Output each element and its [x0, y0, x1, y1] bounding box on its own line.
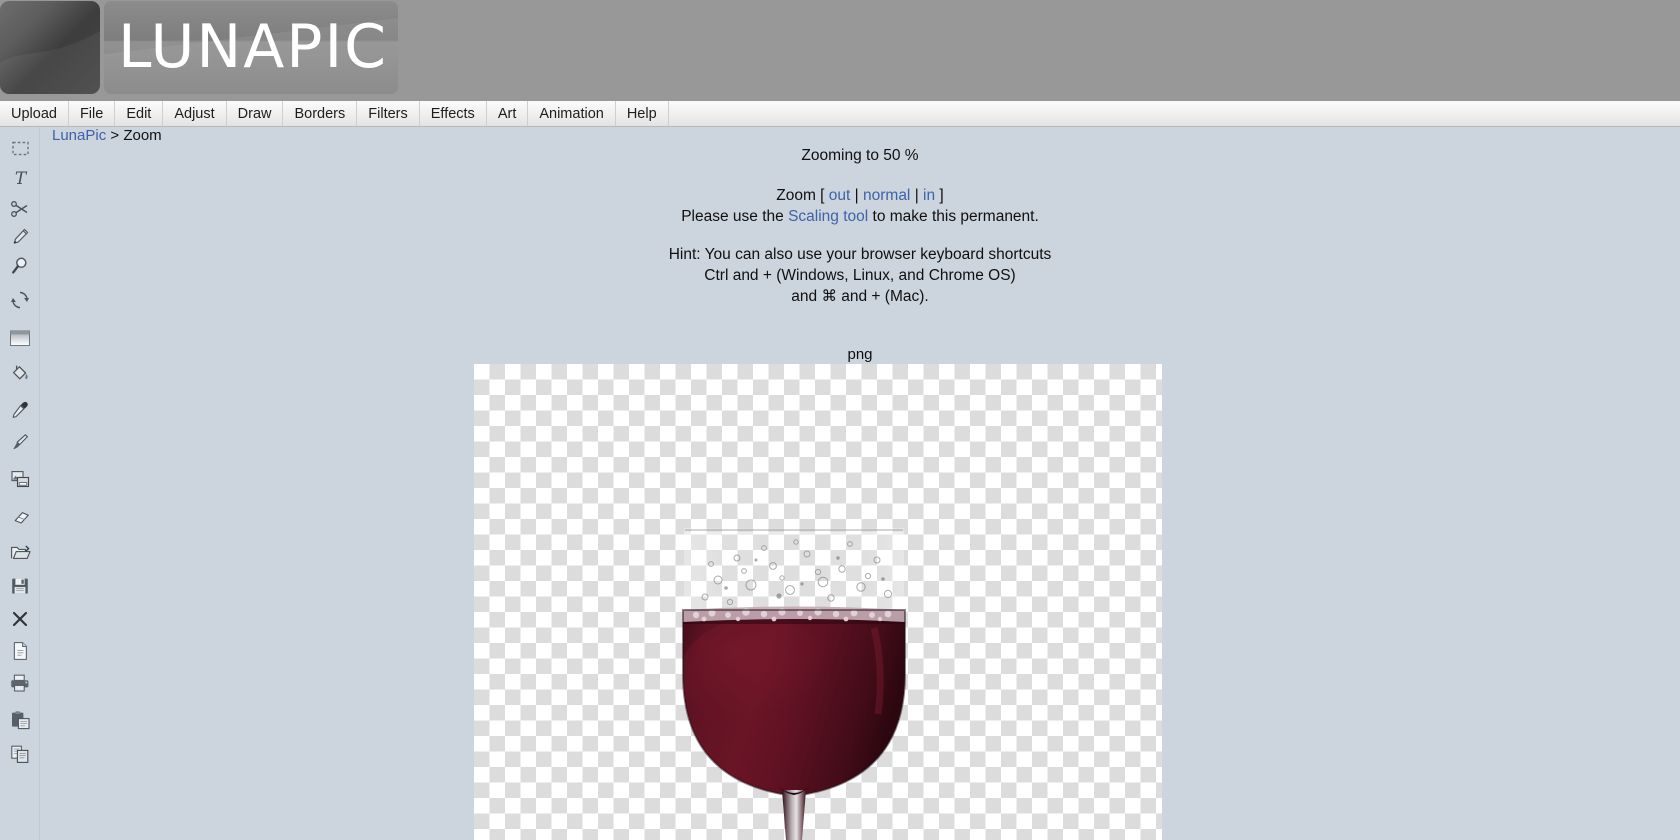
scaling-hint-line: Please use the Scaling tool to make this… [40, 208, 1680, 226]
app-name: LUNAPIC [118, 12, 389, 82]
zoom-status-text: Zooming to 50 % [801, 147, 919, 164]
menu-item-adjust[interactable]: Adjust [163, 101, 227, 126]
open-folder-icon[interactable] [3, 539, 37, 565]
menu-item-edit[interactable]: Edit [115, 101, 164, 126]
zoom-controls-line: Zoom [ out | normal | in ] [40, 187, 1680, 205]
logo-banner[interactable]: LUNAPIC [0, 1, 398, 94]
menu-item-file[interactable]: File [69, 101, 116, 126]
new-document-icon[interactable] [3, 638, 37, 664]
close-x-icon[interactable] [3, 606, 37, 632]
hint-line-2: Ctrl and + (Windows, Linux, and Chrome O… [704, 267, 1016, 284]
zoom-in-link[interactable]: in [923, 187, 935, 204]
svg-text:T: T [14, 169, 27, 188]
clone-stamp-icon[interactable] [3, 466, 37, 492]
menu-item-filters[interactable]: Filters [357, 101, 420, 126]
eyedropper-icon[interactable] [3, 397, 37, 423]
pencil-icon[interactable] [3, 223, 37, 249]
zoom-normal-link[interactable]: normal [863, 187, 910, 204]
scaling-tool-link[interactable]: Scaling tool [788, 208, 868, 225]
breadcrumb-home-link[interactable]: LunaPic [52, 127, 106, 144]
marquee-select-icon[interactable] [3, 135, 37, 161]
menu-item-art[interactable]: Art [487, 101, 529, 126]
zoom-sep-1: | [850, 187, 863, 204]
rotate-icon[interactable] [3, 287, 37, 313]
main-menu-bar: Upload File Edit Adjust Draw Borders Fil… [0, 101, 1680, 127]
magnifier-icon[interactable] [3, 253, 37, 279]
zoom-label-prefix: Zoom [ [776, 187, 829, 204]
menu-item-borders[interactable]: Borders [283, 101, 358, 126]
hint-line-3: and ⌘ and + (Mac). [791, 288, 929, 305]
menu-item-animation[interactable]: Animation [528, 101, 616, 126]
copy-pages-icon[interactable] [3, 741, 37, 767]
paint-bucket-icon[interactable] [3, 360, 37, 386]
menu-item-upload[interactable]: Upload [0, 101, 69, 126]
gradient-icon[interactable] [3, 325, 37, 351]
wine-glass-image[interactable] [678, 524, 910, 840]
clipboard-paste-icon[interactable] [3, 707, 37, 733]
text-tool-icon[interactable]: T [3, 165, 37, 191]
eraser-icon[interactable] [3, 504, 37, 530]
paintbrush-icon[interactable] [3, 429, 37, 455]
menu-item-draw[interactable]: Draw [227, 101, 284, 126]
scaling-prefix-text: Please use the [681, 208, 789, 225]
printer-icon[interactable] [3, 670, 37, 696]
zoom-sep-2: | [910, 187, 924, 204]
image-canvas[interactable] [474, 364, 1162, 840]
save-floppy-icon[interactable] [3, 573, 37, 599]
zoom-out-link[interactable]: out [829, 187, 851, 204]
main-content: LunaPic > Zoom Zooming to 50 % Zoom [ ou… [40, 127, 1680, 840]
tool-sidebar: T [0, 127, 40, 840]
breadcrumb-separator: > [106, 127, 124, 144]
app-header: LUNAPIC [0, 0, 1680, 101]
crescent-moon-icon [0, 1, 100, 94]
scissors-icon[interactable] [3, 196, 37, 222]
logo-wordmark: LUNAPIC [104, 1, 398, 94]
zoom-label-suffix: ] [935, 187, 944, 204]
breadcrumb: LunaPic > Zoom [52, 127, 162, 144]
menu-item-help[interactable]: Help [616, 101, 669, 126]
menu-item-effects[interactable]: Effects [420, 101, 487, 126]
image-format-label: png [847, 346, 873, 363]
breadcrumb-current: Zoom [123, 127, 162, 144]
scaling-suffix-text: to make this permanent. [868, 208, 1039, 225]
hint-line-1: Hint: You can also use your browser keyb… [668, 246, 1052, 263]
